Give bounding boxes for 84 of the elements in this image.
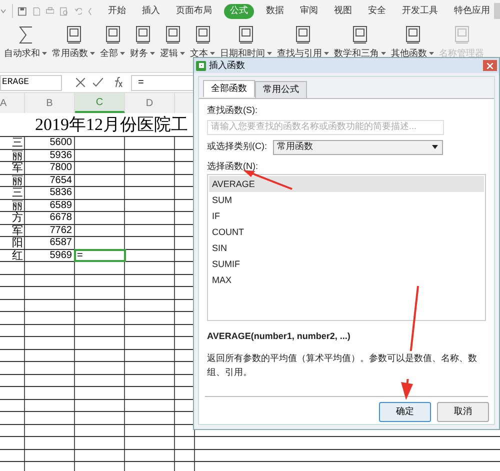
- caret-icon: [150, 52, 155, 56]
- table-cell: 军: [0, 224, 25, 236]
- ribbon-button[interactable]: 全部: [100, 26, 125, 60]
- dropdown-icon: [432, 145, 438, 149]
- function-item[interactable]: MAX: [209, 272, 484, 288]
- name-box[interactable]: ERAGE: [0, 74, 62, 90]
- dialog-button[interactable]: 取消: [437, 402, 489, 422]
- check-icon[interactable]: [93, 78, 103, 87]
- ribbon-button[interactable]: 数学和三角: [334, 26, 386, 60]
- sheet-title: 2019年12月份医院工: [35, 114, 188, 136]
- caret-icon: [120, 52, 125, 56]
- table-cell: 6589: [25, 200, 75, 211]
- book-icon: [106, 26, 120, 44]
- close-icon: [487, 62, 493, 68]
- function-item[interactable]: SUM: [209, 192, 484, 208]
- book-icon: [406, 26, 420, 44]
- function-item[interactable]: COUNT: [209, 224, 484, 240]
- menu-tab[interactable]: 页面布局: [172, 4, 216, 18]
- ribbon-button[interactable]: 逻辑: [160, 26, 185, 60]
- ribbon-button[interactable]: 财务: [130, 26, 155, 60]
- menu-tab[interactable]: 数据: [262, 4, 288, 18]
- table-cell: 5600: [25, 137, 75, 148]
- table-cell: 5969: [25, 250, 75, 261]
- table-cell: 7762: [25, 224, 75, 236]
- table-cell: 丽: [0, 150, 25, 161]
- ribbon-button[interactable]: 其他函数: [391, 26, 434, 60]
- cancel-icon[interactable]: [76, 78, 85, 87]
- table-cell: 方: [0, 212, 25, 224]
- dialog-title: 插入函数: [209, 58, 245, 72]
- chevron-icon[interactable]: [1, 8, 6, 14]
- category-label: 或选择类别(C):: [207, 140, 268, 154]
- menu-tab[interactable]: 特色应用: [450, 4, 494, 18]
- table-cell: 6678: [25, 212, 75, 224]
- dialog-button[interactable]: 确定: [379, 402, 431, 422]
- ribbon-button[interactable]: 查找与引用: [277, 26, 329, 60]
- function-item[interactable]: SUMIF: [209, 256, 484, 272]
- dialog-tab[interactable]: 常用公式: [255, 81, 307, 98]
- function-list-label: 选择函数(N):: [207, 160, 259, 173]
- book-icon: [66, 26, 80, 44]
- table-cell: 5836: [25, 187, 75, 198]
- book-icon: [196, 26, 210, 44]
- menu-tab[interactable]: 开发工具: [398, 4, 442, 18]
- function-item[interactable]: IF: [209, 208, 484, 224]
- caret-icon: [90, 52, 95, 56]
- book-icon: [136, 26, 150, 44]
- table-cell: 丽: [0, 200, 25, 211]
- table-cell: 丽: [0, 174, 25, 186]
- table-cell: 6587: [25, 237, 75, 248]
- book-icon: [239, 26, 253, 44]
- menu-tab[interactable]: 插入: [138, 4, 164, 18]
- book-icon: [353, 26, 367, 44]
- function-item[interactable]: SIN: [209, 240, 484, 256]
- search-label: 查找函数(S):: [207, 104, 258, 117]
- save-icon[interactable]: [18, 6, 27, 16]
- close-button[interactable]: [483, 60, 497, 71]
- menu-tab[interactable]: 视图: [330, 4, 356, 18]
- table-cell: 阳: [0, 237, 25, 248]
- table-cell: 军: [0, 162, 25, 174]
- table-cell[interactable]: =: [75, 250, 125, 261]
- function-item[interactable]: AVERAGE: [209, 176, 484, 192]
- caret-icon: [180, 52, 185, 56]
- table-cell: 三: [0, 137, 25, 148]
- table-cell: 7800: [25, 162, 75, 174]
- menu-tab[interactable]: 审阅: [296, 4, 322, 18]
- ribbon-button[interactable]: 文本: [190, 26, 215, 60]
- ribbon-button[interactable]: 日期和时间: [220, 26, 272, 60]
- caret-icon: [42, 52, 47, 56]
- ribbon-button[interactable]: 自动求和: [4, 26, 47, 60]
- column-header[interactable]: A: [0, 93, 25, 113]
- menu-tab[interactable]: 开始: [104, 4, 130, 18]
- book-icon: [454, 26, 468, 44]
- table-cell: 红: [0, 250, 25, 261]
- table-cell: 5936: [25, 150, 75, 161]
- ribbon-button[interactable]: 常用函数: [52, 26, 95, 60]
- book-icon: [166, 26, 180, 44]
- sum-icon: [18, 26, 32, 44]
- dialog-tab[interactable]: 全部函数: [203, 80, 255, 97]
- table-cell: 三: [0, 187, 25, 198]
- app-logo-icon: [196, 60, 206, 70]
- menu-tab[interactable]: 安全: [364, 4, 390, 18]
- category-select[interactable]: 常用函数: [273, 140, 443, 154]
- book-icon: [296, 26, 310, 44]
- function-signature: AVERAGE(number1, number2, ...): [207, 330, 352, 343]
- table-cell: 7654: [25, 174, 75, 186]
